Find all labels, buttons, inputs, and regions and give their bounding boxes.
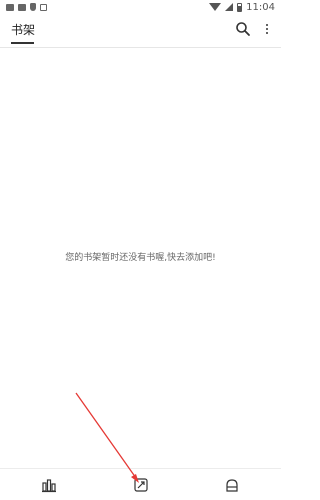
more-vert-dot [266,28,268,30]
search-icon [236,22,250,36]
a-icon [40,3,47,11]
bottom-navigation [0,468,281,500]
tab-bookshelf[interactable]: 书架 [11,21,35,38]
app-header: 书架 [0,14,281,48]
more-vert-icon [266,24,268,26]
status-time: 11:04 [246,1,275,13]
wifi-icon [209,3,222,11]
signal-icon [225,3,234,11]
search-button[interactable] [235,21,251,37]
tab-indicator [11,42,34,44]
status-right-icons: 11:04 [209,2,275,13]
bookshelf-icon [42,478,56,492]
status-left-icons [6,3,47,11]
profile-icon [226,478,238,492]
shield-icon [30,3,36,11]
battery-icon [237,2,243,12]
discover-icon [133,477,148,492]
empty-bookshelf-message: 您的书架暂时还没有书喔,快去添加吧! [65,253,216,263]
nav-profile[interactable] [223,476,241,494]
mail-icon [6,3,14,11]
nav-discover[interactable] [132,476,150,494]
nav-bookshelf[interactable] [40,476,58,494]
more-options-button[interactable] [262,21,272,37]
mail-icon [18,3,26,11]
status-bar: 11:04 [0,0,281,14]
more-vert-dot [266,32,268,34]
